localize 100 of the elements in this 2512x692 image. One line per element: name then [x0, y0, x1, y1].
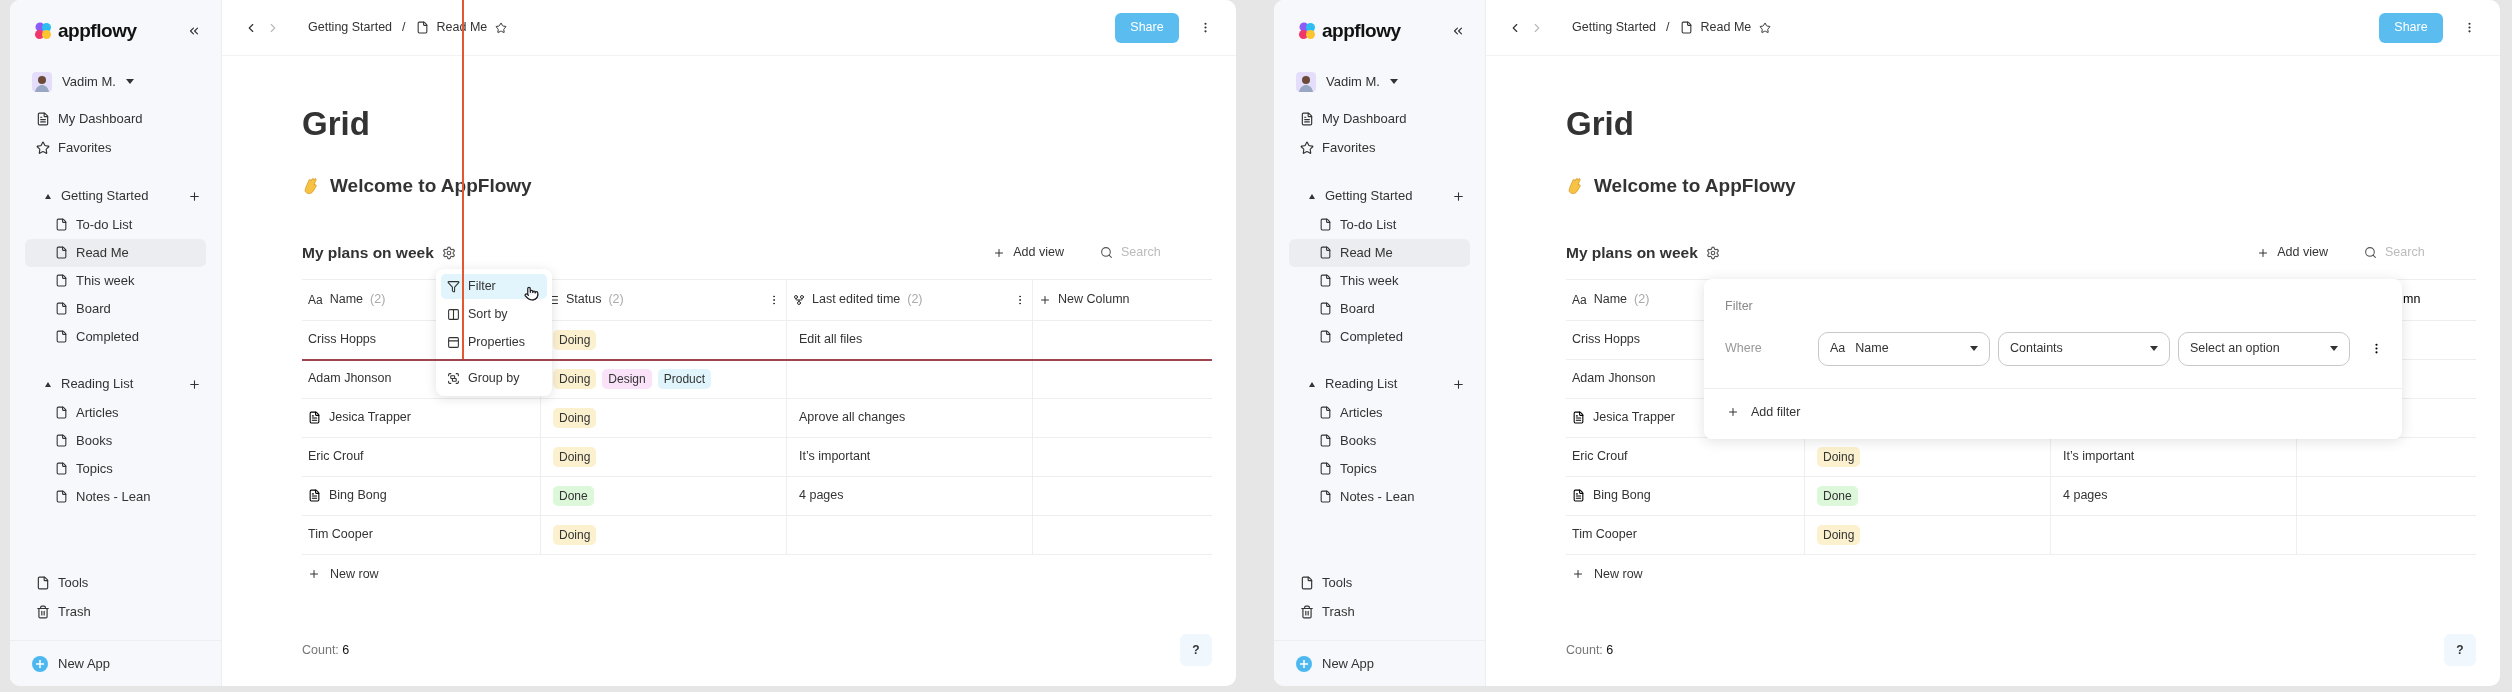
table-cell-text: 4 pages	[799, 487, 844, 505]
star-icon[interactable]	[1759, 21, 1772, 34]
status-tag: Product	[657, 368, 712, 389]
add-view-button[interactable]: Add view	[993, 243, 1064, 262]
sidebar-item[interactable]: Books	[1289, 426, 1470, 455]
settings-icon[interactable]	[441, 245, 456, 260]
section-title[interactable]: Reading List	[61, 374, 188, 394]
breadcrumb-link[interactable]: Read Me	[1700, 18, 1752, 37]
trash-icon	[1300, 604, 1314, 619]
status-tag: Design	[602, 368, 652, 389]
plus-icon	[1039, 293, 1051, 306]
section-title[interactable]: Reading List	[1325, 374, 1452, 394]
search-icon	[2364, 246, 2377, 259]
sidebar-item[interactable]: Notes - Lean	[25, 482, 206, 511]
column-header[interactable]: Name	[1593, 290, 1628, 309]
table-cell-text: Criss Hopps	[308, 331, 377, 349]
menu-item[interactable]: Sort by	[441, 302, 547, 327]
settings-icon[interactable]	[1705, 245, 1720, 260]
sidebar-item[interactable]: Books	[25, 426, 206, 455]
page-icon	[55, 406, 68, 419]
new-app-button[interactable]: New App	[1274, 653, 1375, 674]
add-icon[interactable]	[188, 377, 201, 391]
expand-triangle-icon[interactable]	[1309, 193, 1315, 199]
page-icon	[55, 462, 68, 475]
add-icon[interactable]	[188, 189, 201, 203]
table-cell-text: Bing Bong	[329, 487, 387, 505]
column-header[interactable]: New Column	[1058, 290, 1130, 309]
expand-triangle-icon[interactable]	[1309, 381, 1315, 387]
breadcrumb-link[interactable]: Getting Started	[308, 18, 393, 37]
text-type-icon: Aa	[1830, 339, 1846, 359]
sidebar-item[interactable]: Completed	[25, 322, 206, 351]
search-field[interactable]: Search	[1121, 243, 1185, 262]
menu-item[interactable]: Filter	[441, 274, 547, 299]
document-icon	[36, 112, 50, 126]
menu-item[interactable]: Properties	[441, 330, 547, 355]
sidebar-item[interactable]: Board	[1289, 294, 1470, 323]
user-name[interactable]: Vadim M.	[62, 71, 116, 92]
page-icon	[1319, 246, 1332, 259]
section-title[interactable]: Getting Started	[1325, 186, 1452, 206]
sidebar-item[interactable]: Articles	[25, 398, 206, 427]
star-icon	[1300, 141, 1314, 155]
column-header[interactable]: Status	[566, 290, 602, 309]
expand-triangle-icon[interactable]	[45, 381, 51, 387]
new-app-button[interactable]: New App	[10, 653, 111, 674]
sidebar-item[interactable]: Favorites	[1274, 133, 1485, 163]
help-button[interactable]: ?	[1180, 634, 1212, 666]
sidebar-item[interactable]: This week	[25, 266, 206, 295]
text-type-icon: Aa	[308, 290, 323, 309]
select-field[interactable]: Aa Name	[1818, 331, 1990, 366]
sidebar-item[interactable]: Topics	[1289, 454, 1470, 483]
sidebar-item[interactable]: Topics	[25, 454, 206, 483]
help-button[interactable]: ?	[2444, 634, 2476, 666]
section-title[interactable]: Getting Started	[61, 186, 188, 206]
grid-title: My plans on week	[302, 242, 434, 263]
sidebar-item[interactable]: Favorites	[10, 133, 221, 163]
sidebar-item[interactable]: Read Me	[25, 238, 206, 267]
sidebar-item[interactable]: To-do List	[25, 210, 206, 239]
select-field[interactable]: Containts	[1998, 331, 2170, 366]
column-count: (2)	[370, 291, 386, 309]
sidebar-item[interactable]: My Dashboard	[1274, 104, 1485, 134]
add-icon[interactable]	[1452, 377, 1465, 391]
caret-icon	[1970, 346, 1978, 352]
add-view-button[interactable]: Add view	[2257, 243, 2328, 262]
filter-icon	[447, 280, 460, 293]
user-name[interactable]: Vadim M.	[1326, 71, 1380, 92]
breadcrumb-link[interactable]: Getting Started	[1572, 18, 1657, 37]
sidebar-item[interactable]: This week	[1289, 266, 1470, 295]
page-icon	[55, 218, 68, 231]
page-icon	[1319, 434, 1332, 447]
panel-icon	[447, 336, 460, 349]
search-field[interactable]: Search	[2385, 243, 2449, 262]
column-header[interactable]: Name	[329, 290, 364, 309]
sidebar-item[interactable]: Read Me	[1289, 238, 1470, 267]
sidebar-item[interactable]: Notes - Lean	[1289, 482, 1470, 511]
new-row-button[interactable]: New row	[302, 554, 385, 594]
logo-text: appflowy	[1322, 19, 1401, 43]
add-filter-button[interactable]: Add filter	[1727, 402, 1801, 422]
sidebar-item[interactable]: Board	[25, 294, 206, 323]
new-row-button[interactable]: New row	[1566, 554, 1649, 594]
status-tag: Doing	[553, 524, 597, 545]
sidebar-item[interactable]: Trash	[10, 597, 221, 626]
add-icon[interactable]	[1452, 189, 1465, 203]
sidebar-item[interactable]: Tools	[10, 568, 221, 597]
caret-icon	[125, 79, 134, 84]
sidebar-item[interactable]: Completed	[1289, 322, 1470, 351]
sidebar-item[interactable]: Trash	[1274, 597, 1485, 626]
sidebar-item[interactable]: My Dashboard	[10, 104, 221, 134]
select-field[interactable]: Select an option	[2178, 331, 2350, 366]
column-header[interactable]: Last edited time	[812, 290, 901, 309]
menu-item[interactable]: Group by	[441, 366, 547, 391]
sidebar-item[interactable]: Tools	[1274, 568, 1485, 597]
sidebar-item[interactable]: Articles	[1289, 398, 1470, 427]
column-header[interactable]: mn	[2403, 290, 2421, 309]
sidebar-item[interactable]: To-do List	[1289, 210, 1470, 239]
logo-icon	[34, 22, 52, 41]
expand-triangle-icon[interactable]	[45, 193, 51, 199]
table-cell-text: Eric Crouf	[308, 448, 364, 466]
table-cell-text: Jesica Trapper	[329, 409, 411, 427]
plus-icon	[1727, 406, 1739, 419]
star-icon[interactable]	[495, 21, 508, 34]
